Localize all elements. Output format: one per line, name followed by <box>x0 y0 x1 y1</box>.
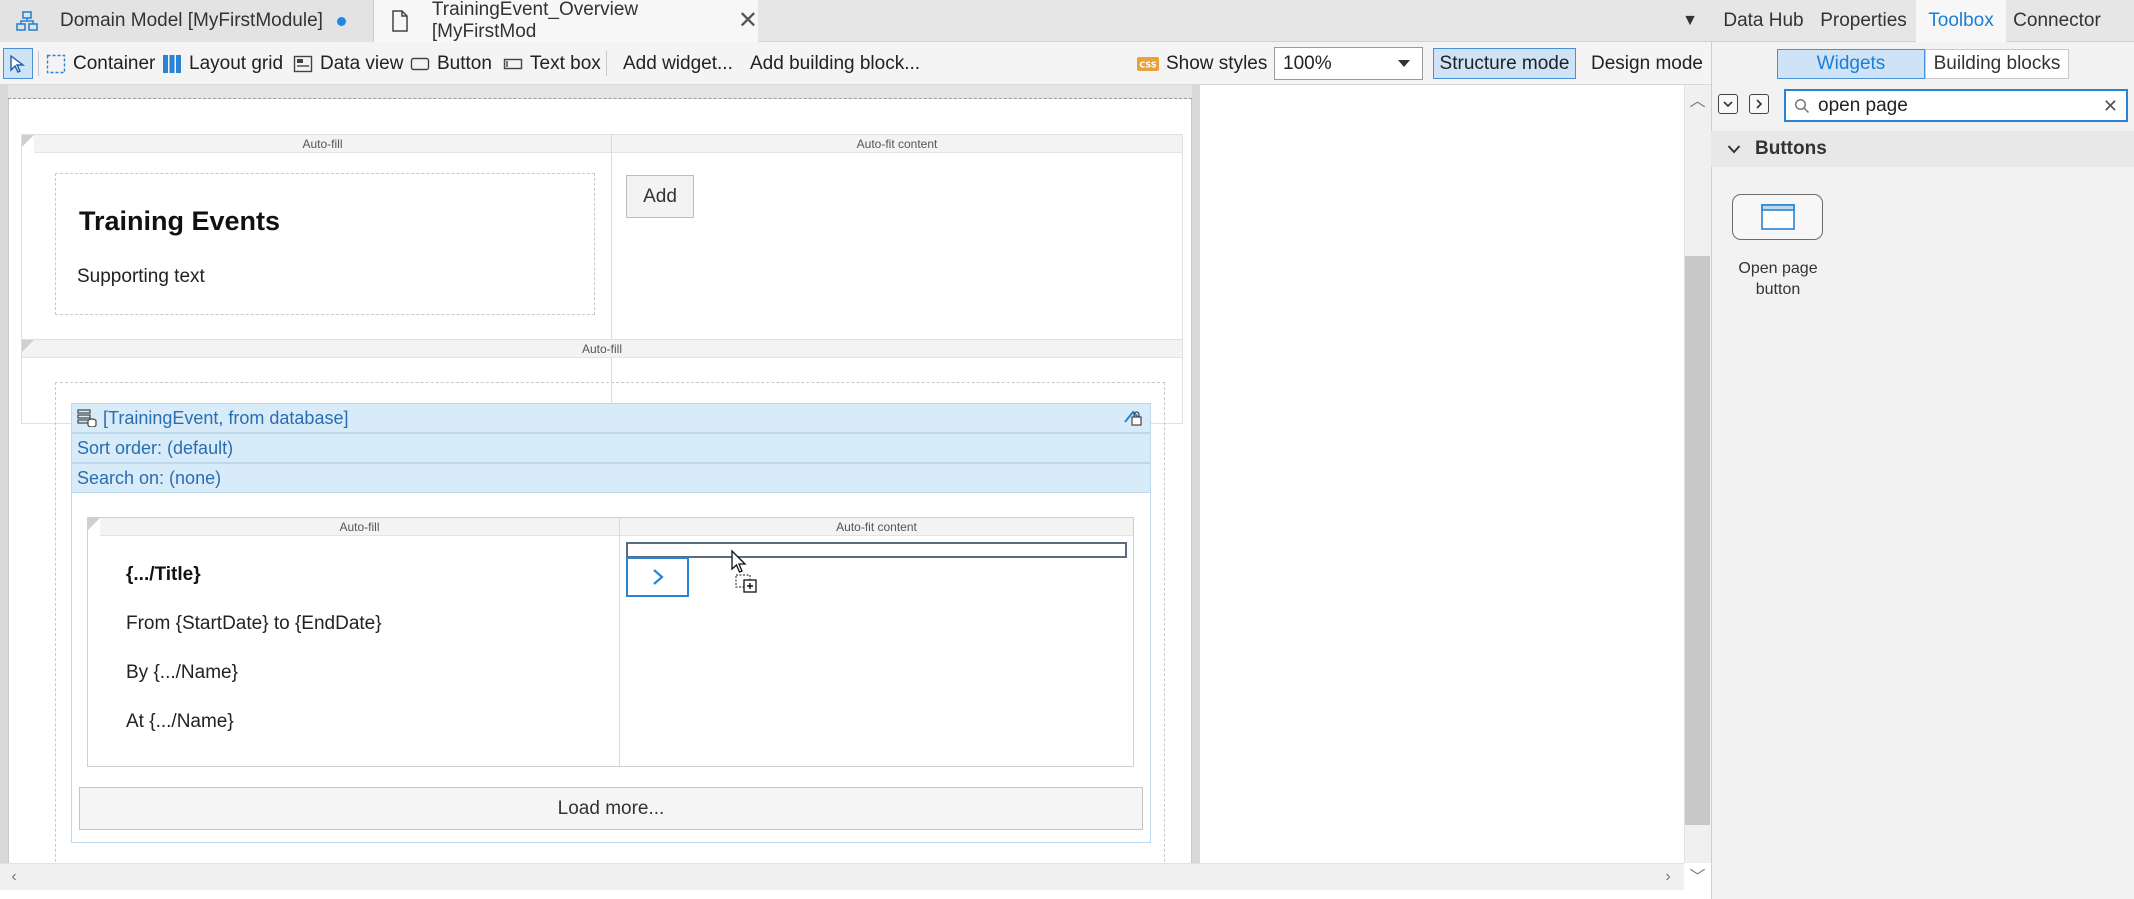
title-container[interactable] <box>55 173 595 315</box>
event-dates-text[interactable]: From {StartDate} to {EndDate} <box>126 613 382 635</box>
add-button-button[interactable]: Button <box>410 48 492 79</box>
layout-grid-label: Layout grid <box>189 52 284 74</box>
add-widget-button[interactable]: Add widget... <box>623 48 733 79</box>
column-divider <box>611 135 612 424</box>
toolbar-separator <box>606 51 607 76</box>
add-building-block-button[interactable]: Add building block... <box>750 48 920 79</box>
vertical-scrollbar-thumb[interactable] <box>1685 256 1710 825</box>
add-layout-grid-button[interactable]: Layout grid <box>162 48 283 79</box>
open-page-button-label: Open page button <box>1738 260 1818 298</box>
category-label: Buttons <box>1755 138 1827 159</box>
page-title[interactable]: Training Events <box>79 206 280 237</box>
unsaved-indicator-icon <box>336 16 346 26</box>
cursor-arrow-icon <box>10 54 26 73</box>
open-page-button-widget[interactable] <box>1732 194 1823 240</box>
editor-toolbar: Container Layout grid Data view Button T… <box>0 42 1711 85</box>
add-button[interactable]: Add <box>626 175 694 218</box>
scroll-up-icon[interactable]: ︿ <box>1685 88 1710 110</box>
drag-add-cursor-icon <box>728 549 764 599</box>
zoom-value: 100% <box>1283 52 1332 74</box>
toolbox-search-field[interactable]: ✕ <box>1784 89 2128 122</box>
page-document-icon <box>388 10 412 32</box>
tab-connector[interactable]: Connector <box>2006 0 2108 42</box>
text-box-icon <box>503 57 523 71</box>
css-icon: CSS <box>1137 56 1159 71</box>
column-header-list-section: Auto-fill <box>22 340 1182 358</box>
chevron-down-icon <box>1727 145 1741 154</box>
layout-grid-icon <box>162 54 182 74</box>
widgets-segment-button[interactable]: Widgets <box>1777 49 1925 79</box>
add-text-box-button[interactable]: Text box <box>503 48 601 79</box>
grid-corner-marker <box>22 340 34 352</box>
tab-data-hub[interactable]: Data Hub <box>1711 0 1816 42</box>
collapse-all-icon[interactable] <box>1749 94 1769 114</box>
scroll-left-icon[interactable]: ‹ <box>4 864 24 890</box>
column-divider <box>619 518 620 766</box>
scroll-right-icon[interactable]: › <box>1658 864 1678 890</box>
domain-model-icon <box>14 10 40 32</box>
tab-toolbox[interactable]: Toolbox <box>1916 0 2006 42</box>
data-view-icon <box>293 54 313 74</box>
event-at-text[interactable]: At {.../Name} <box>126 711 234 733</box>
text-box-label: Text box <box>530 52 601 74</box>
zoom-dropdown[interactable]: 100% <box>1274 47 1423 80</box>
category-buttons-header[interactable]: Buttons <box>1711 131 2134 167</box>
page-editor-canvas[interactable]: Auto-fill Auto-fit content Training Even… <box>0 85 1684 863</box>
grid-corner-marker <box>22 135 34 147</box>
search-icon <box>1794 98 1810 113</box>
item-column-header-auto-fill: Auto-fill <box>100 518 619 536</box>
toolbar-separator <box>38 51 39 76</box>
button-label: Button <box>437 52 492 74</box>
list-view-search-on[interactable]: Search on: (none) <box>71 463 1151 493</box>
list-view-header: [TrainingEvent, from database] Sort orde… <box>71 403 1151 503</box>
show-styles-button[interactable]: CSS Show styles <box>1137 48 1267 79</box>
details-chevron-button[interactable] <box>626 557 689 597</box>
database-list-icon <box>77 409 97 427</box>
design-mode-button[interactable]: Design mode <box>1584 48 1710 79</box>
expand-all-icon[interactable] <box>1718 94 1738 114</box>
previous-container-edge <box>8 85 1192 99</box>
pointer-tool-button[interactable] <box>3 48 33 79</box>
item-column-header-auto-fit: Auto-fit content <box>620 518 1133 536</box>
column-header-auto-fill: Auto-fill <box>34 135 611 153</box>
supporting-text[interactable]: Supporting text <box>77 266 205 288</box>
building-blocks-segment-button[interactable]: Building blocks <box>1925 49 2069 79</box>
chevron-down-icon <box>1398 60 1410 67</box>
container-icon <box>46 54 66 74</box>
tab-training-event-overview[interactable]: TrainingEvent_Overview [MyFirstMod ✕ <box>374 0 758 42</box>
toolbox-search-input[interactable] <box>1818 94 2088 117</box>
close-tab-icon[interactable]: ✕ <box>738 9 758 33</box>
scroll-down-icon[interactable]: ﹀ <box>1685 863 1710 887</box>
button-icon <box>410 56 430 72</box>
drop-target-indicator <box>626 542 1127 558</box>
grid-corner-marker <box>88 518 100 530</box>
open-page-icon <box>1760 204 1795 230</box>
tab-properties[interactable]: Properties <box>1816 0 1911 42</box>
list-view-source: [TrainingEvent, from database] <box>103 407 349 428</box>
event-title-text[interactable]: {.../Title} <box>126 564 201 586</box>
clear-search-icon[interactable]: ✕ <box>2103 96 2118 117</box>
column-header-auto-fit: Auto-fit content <box>612 135 1182 153</box>
event-by-text[interactable]: By {.../Name} <box>126 662 238 684</box>
tab-domain-model[interactable]: Domain Model [MyFirstModule] <box>0 0 374 42</box>
tab-overflow-chevron-icon[interactable]: ▼ <box>1670 0 1710 42</box>
add-container-button[interactable]: Container <box>46 48 155 79</box>
list-view-source-row[interactable]: [TrainingEvent, from database] <box>71 403 1151 433</box>
tab-label: Domain Model [MyFirstModule] <box>60 10 323 31</box>
show-styles-label: Show styles <box>1166 52 1268 74</box>
list-view-sort-order[interactable]: Sort order: (default) <box>71 433 1151 463</box>
add-data-view-button[interactable]: Data view <box>293 48 403 79</box>
svg-text:CSS: CSS <box>1139 60 1156 69</box>
horizontal-scrollbar[interactable] <box>0 863 1684 890</box>
access-rules-lock-icon <box>1122 408 1144 428</box>
structure-mode-button[interactable]: Structure mode <box>1433 48 1576 79</box>
container-label: Container <box>73 52 156 74</box>
chevron-right-icon <box>652 569 664 585</box>
data-view-label: Data view <box>320 52 404 74</box>
load-more-button[interactable]: Load more... <box>79 787 1143 830</box>
tab-label: TrainingEvent_Overview [MyFirstMod <box>431 0 639 42</box>
